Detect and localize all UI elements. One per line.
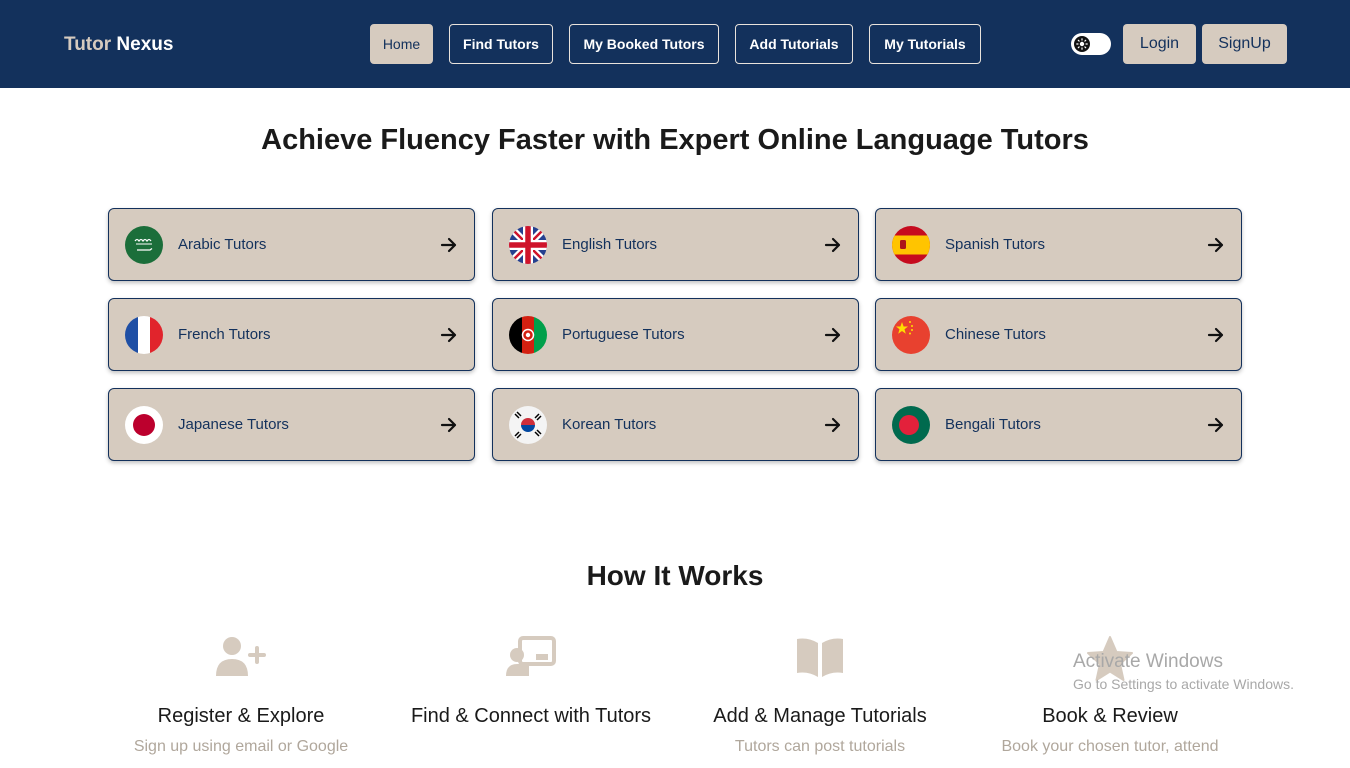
- japan-flag-icon: [125, 406, 163, 444]
- china-flag-icon: [892, 316, 930, 354]
- sun-icon: [1074, 36, 1090, 52]
- watermark-title: Activate Windows: [1073, 651, 1223, 672]
- language-card-label: Korean Tutors: [562, 416, 657, 433]
- watermark-subtitle: Go to Settings to activate Windows.: [1073, 676, 1294, 692]
- theme-toggle[interactable]: [1071, 33, 1111, 55]
- open-book-icon: [690, 636, 950, 682]
- step-title: Register & Explore: [157, 705, 325, 727]
- afghanistan-flag-icon: [509, 316, 547, 354]
- language-card-label: English Tutors: [562, 236, 658, 253]
- language-card-label: Chinese Tutors: [945, 326, 1046, 343]
- arrow-right-icon: [1207, 323, 1225, 347]
- arrow-right-icon: [824, 323, 842, 347]
- step-description: Sign up using email or Google: [133, 738, 349, 755]
- france-flag-icon: [125, 316, 163, 354]
- language-card-label: Spanish Tutors: [945, 236, 1046, 253]
- user-plus-icon: [111, 636, 371, 682]
- how-it-works-title: How It Works: [586, 560, 764, 591]
- language-card-french[interactable]: French Tutors: [108, 298, 475, 371]
- korea-flag-icon: [509, 406, 547, 444]
- language-card-label: Portuguese Tutors: [562, 326, 685, 343]
- nav-home-button[interactable]: Home: [370, 24, 433, 64]
- brand-logo[interactable]: Tutor Nexus: [64, 34, 173, 56]
- chalkboard-teacher-icon: [401, 636, 661, 682]
- language-card-korean[interactable]: Korean Tutors: [492, 388, 859, 461]
- nav-add-tutorials-button[interactable]: Add Tutorials: [735, 24, 853, 64]
- step-find-connect: Find & Connect with Tutors: [401, 636, 661, 736]
- login-button[interactable]: Login: [1123, 24, 1196, 64]
- language-card-portuguese[interactable]: Portuguese Tutors: [492, 298, 859, 371]
- arrow-right-icon: [1207, 233, 1225, 257]
- language-card-label: Japanese Tutors: [178, 416, 289, 433]
- hero-title: Achieve Fluency Faster with Expert Onlin…: [261, 124, 1089, 156]
- language-card-label: Arabic Tutors: [178, 236, 267, 253]
- uk-flag-icon: [509, 226, 547, 264]
- arrow-right-icon: [440, 323, 458, 347]
- step-title: Book & Review: [1042, 705, 1178, 727]
- nav-my-tutorials-button[interactable]: My Tutorials: [869, 24, 981, 64]
- language-card-label: Bengali Tutors: [945, 416, 1041, 433]
- step-description: Book your chosen tutor, attend: [1001, 738, 1219, 755]
- arrow-right-icon: [824, 413, 842, 437]
- step-register-explore: Register & Explore Sign up using email o…: [111, 636, 371, 758]
- nav-my-booked-tutors-button[interactable]: My Booked Tutors: [569, 24, 719, 64]
- step-description: Tutors can post tutorials: [734, 738, 906, 755]
- arrow-right-icon: [440, 233, 458, 257]
- nav-find-tutors-button[interactable]: Find Tutors: [449, 24, 553, 64]
- step-title: Find & Connect with Tutors: [410, 705, 652, 727]
- arrow-right-icon: [440, 413, 458, 437]
- step-add-manage: Add & Manage Tutorials Tutors can post t…: [690, 636, 950, 758]
- signup-button[interactable]: SignUp: [1202, 24, 1287, 64]
- bangladesh-flag-icon: [892, 406, 930, 444]
- arrow-right-icon: [824, 233, 842, 257]
- language-card-spanish[interactable]: Spanish Tutors: [875, 208, 1242, 281]
- language-card-japanese[interactable]: Japanese Tutors: [108, 388, 475, 461]
- navbar: Tutor Nexus Home Find Tutors My Booked T…: [0, 0, 1350, 88]
- brand-part2: Nexus: [116, 34, 174, 55]
- spain-flag-icon: [892, 226, 930, 264]
- brand-part1: Tutor: [64, 34, 112, 55]
- language-card-bengali[interactable]: Bengali Tutors: [875, 388, 1242, 461]
- language-card-label: French Tutors: [178, 326, 271, 343]
- language-card-english[interactable]: English Tutors: [492, 208, 859, 281]
- saudi-flag-icon: [125, 226, 163, 264]
- language-card-chinese[interactable]: Chinese Tutors: [875, 298, 1242, 371]
- arrow-right-icon: [1207, 413, 1225, 437]
- language-card-arabic[interactable]: Arabic Tutors: [108, 208, 475, 281]
- activate-windows-watermark: Activate Windows Go to Settings to activ…: [1073, 651, 1294, 692]
- step-title: Add & Manage Tutorials: [713, 705, 927, 727]
